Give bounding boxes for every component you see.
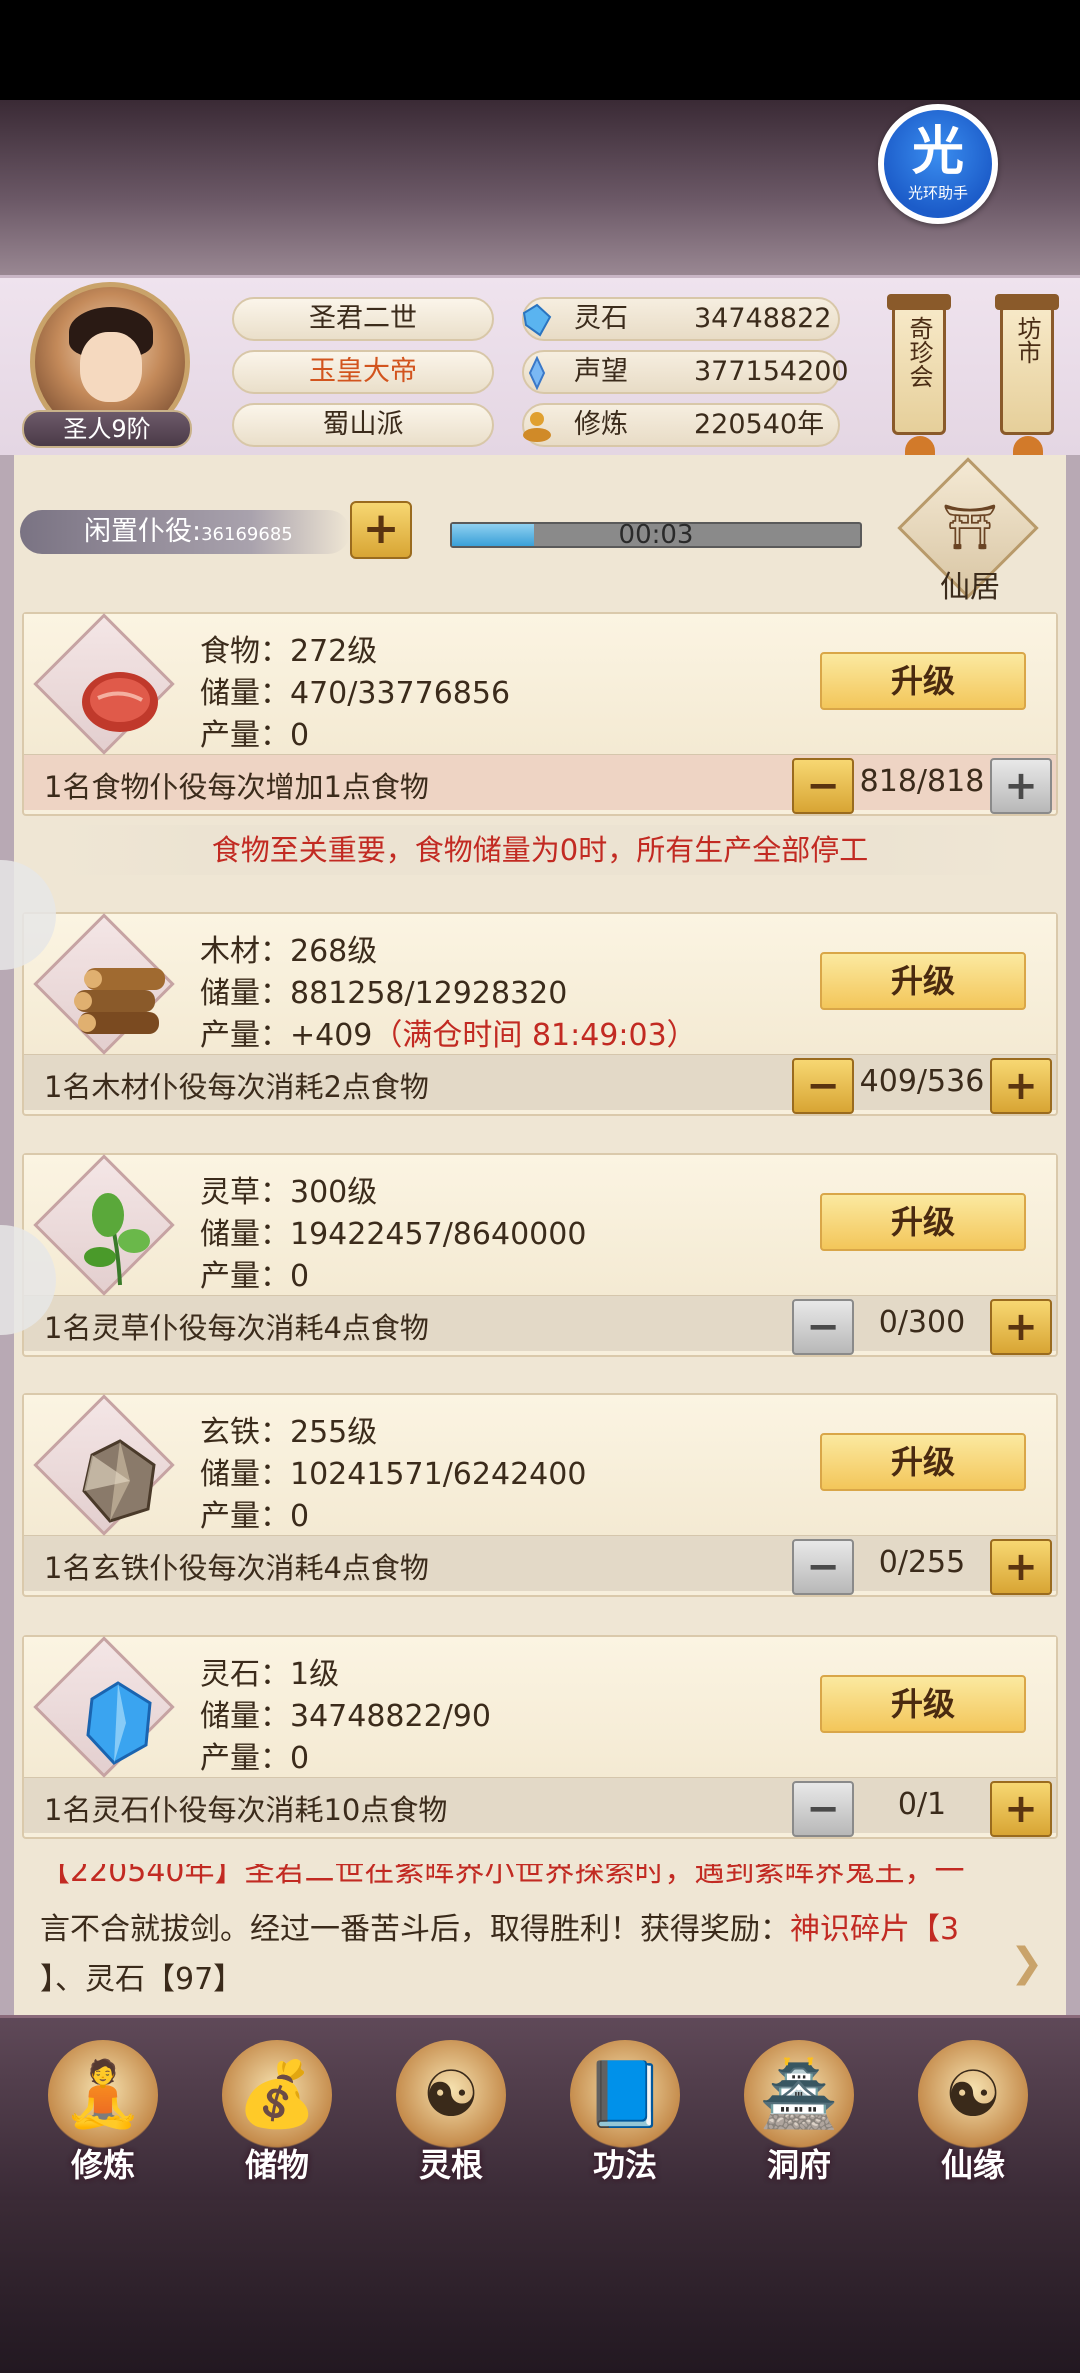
plus-button[interactable]: + [990,758,1052,814]
nav-spirit-root[interactable]: ☯ 灵根 [376,2040,526,2190]
upgrade-button[interactable]: 升级 [820,1193,1026,1251]
resource-card-spirit-stone: 灵石：1级 储量：34748822/90 产量：0 升级 1名灵石仆役每次消耗1… [22,1635,1058,1839]
logs-icon [60,940,180,1060]
plus-button[interactable]: + [990,1781,1052,1837]
market-button[interactable]: 坊市 [995,294,1059,466]
resource-cultivation: 修炼 220540年 [522,403,840,447]
player-sect: 蜀山派 [232,403,494,447]
nav-cave[interactable]: 🏯 洞府 [724,2040,874,2190]
resource-card-herb: 灵草：300级 储量：19422457/8640000 产量：0 升级 1名灵草… [22,1153,1058,1357]
food-notice: 食物至关重要，食物储量为0时，所有生产全部停工 [60,825,1020,875]
resource-spirit-stone: 灵石 34748822 [522,297,840,341]
rank-badge: 圣人9阶 [22,410,192,448]
crystal-icon [60,1663,180,1783]
player-name: 圣君二世 [232,297,494,341]
idle-servants: 闲置仆役:36169685 [20,510,350,554]
minus-button[interactable]: − [792,1539,854,1595]
technique-book-icon: 📘 [570,2040,680,2150]
helper-label: 光环助手 [907,183,968,202]
minus-button[interactable]: − [792,1781,854,1837]
upgrade-button[interactable]: 升级 [820,652,1026,710]
meat-icon [60,640,180,760]
event-log[interactable]: 【220540年】圣君二世在紫晖界小世界探索时，遇到紫晖界鬼王，一 言不合就拔剑… [20,1864,1060,2014]
status-bar-area [0,0,1080,100]
immortal-fate-icon: ☯ [918,2040,1028,2150]
crystal-icon [518,301,556,339]
helper-char: 光 [911,121,964,182]
cultivate-icon [518,407,556,445]
plus-button[interactable]: + [990,1539,1052,1595]
log-next-arrow-icon[interactable]: ❯ [1010,1940,1044,1986]
servant-timer-bar: 00:03 [450,520,862,550]
resource-prestige: 声望 377154200 [522,350,849,394]
upgrade-button[interactable]: 升级 [820,952,1026,1010]
player-title[interactable]: 玉皇大帝 [232,350,494,394]
herb-icon [60,1181,180,1301]
minus-button[interactable]: − [792,1058,854,1114]
spirit-root-icon: ☯ [396,2040,506,2150]
treasure-fair-button[interactable]: 奇珍会 [887,294,951,466]
upgrade-button[interactable]: 升级 [820,1433,1026,1491]
plus-button[interactable]: + [990,1058,1052,1114]
residence-label: 仙居 [940,570,1000,605]
minus-button[interactable]: − [792,758,854,814]
add-servant-button[interactable]: + [350,501,412,559]
cultivation-icon: 🧘 [48,2040,158,2150]
ore-icon [60,1421,180,1541]
plus-button[interactable]: + [990,1299,1052,1355]
minus-button[interactable]: − [792,1299,854,1355]
cave-dwelling-icon: 🏯 [744,2040,854,2150]
nav-storage[interactable]: 💰 储物 [202,2040,352,2190]
prestige-icon [518,354,556,392]
upgrade-button[interactable]: 升级 [820,1675,1026,1733]
nav-cultivation[interactable]: 🧘 修炼 [28,2040,178,2190]
resource-card-food: 食物：272级 储量：470/33776856 产量：0 升级 1名食物仆役每次… [22,612,1058,816]
timer-text: 00:03 [618,520,694,550]
pavilion-icon: ⛩ [942,502,998,553]
resource-card-wood: 木材：268级 储量：881258/12928320 产量：+409（满仓时间 … [22,912,1058,1116]
storage-bag-icon: 💰 [222,2040,332,2150]
helper-badge[interactable]: 光 光环助手 [878,104,998,224]
bottom-background [0,2200,1080,2373]
nav-technique[interactable]: 📘 功法 [550,2040,700,2190]
resource-card-iron: 玄铁：255级 储量：10241571/6242400 产量：0 升级 1名玄铁… [22,1393,1058,1597]
nav-fate[interactable]: ☯ 仙缘 [898,2040,1048,2190]
